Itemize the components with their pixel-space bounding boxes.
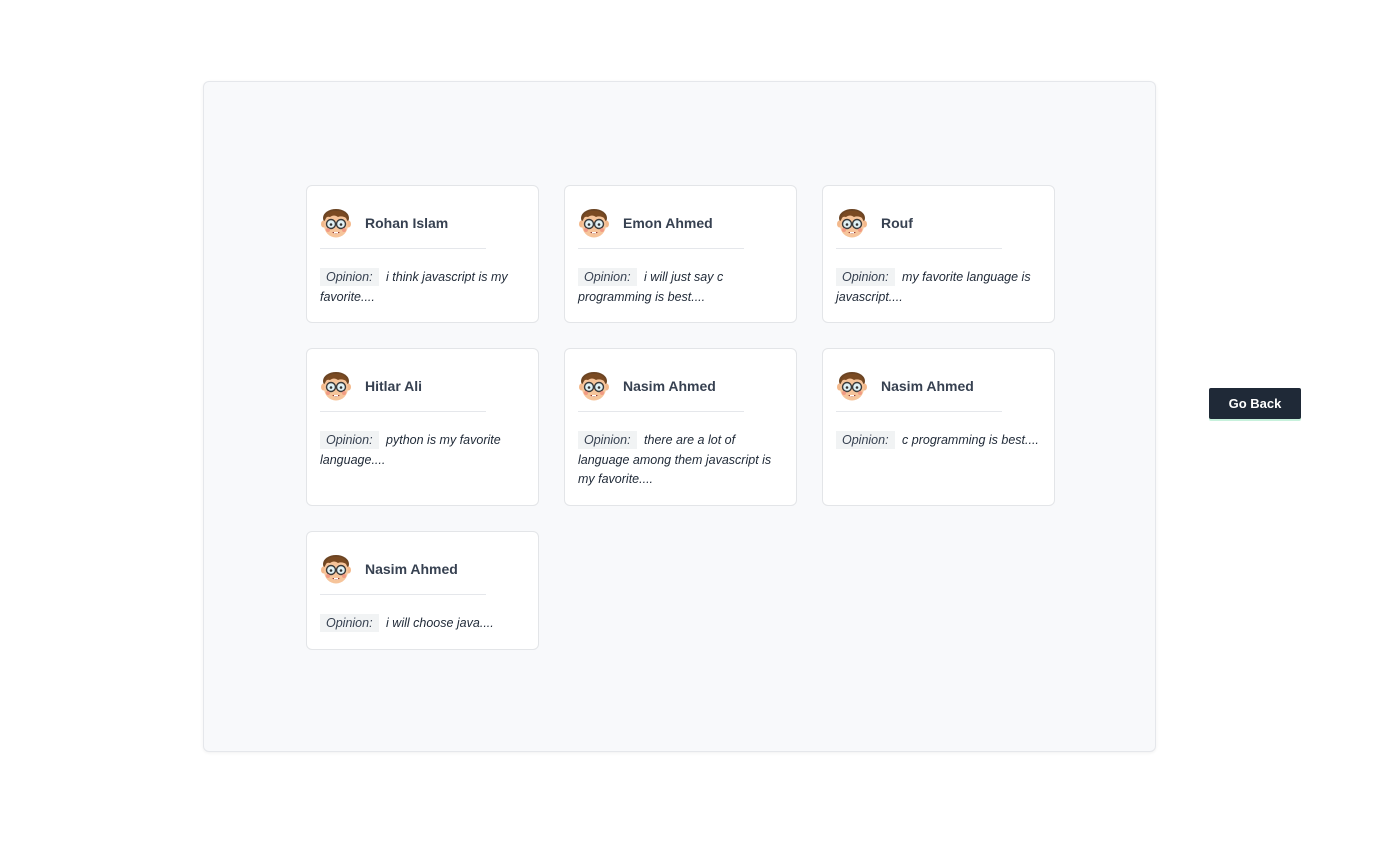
- opinion-label: Opinion:: [578, 268, 637, 286]
- opinion-card: Nasim Ahmed Opinion: c programming is be…: [822, 348, 1055, 506]
- opinion-text: Opinion: python is my favorite language.…: [320, 431, 526, 470]
- go-back-button[interactable]: Go Back: [1209, 388, 1301, 419]
- opinion-text: Opinion: c programming is best....: [836, 431, 1042, 451]
- card-header: Nasim Ahmed: [320, 553, 486, 595]
- user-name: Rohan Islam: [365, 215, 449, 231]
- opinion-text: Opinion: my favorite language is javascr…: [836, 268, 1042, 307]
- nerd-avatar-icon: [836, 207, 868, 239]
- opinion-value: i will choose java....: [386, 616, 494, 630]
- opinion-label: Opinion:: [578, 431, 637, 449]
- nerd-avatar-icon: [836, 370, 868, 402]
- opinion-label: Opinion:: [320, 614, 379, 632]
- nerd-avatar-icon: [320, 553, 352, 585]
- opinion-value: c programming is best....: [902, 433, 1039, 447]
- opinion-label: Opinion:: [320, 431, 379, 449]
- opinion-label: Opinion:: [320, 268, 379, 286]
- nerd-avatar-icon: [578, 370, 610, 402]
- opinion-label: Opinion:: [836, 268, 895, 286]
- opinion-card: Emon Ahmed Opinion: i will just say c pr…: [564, 185, 797, 323]
- opinion-label: Opinion:: [836, 431, 895, 449]
- opinion-text: Opinion: there are a lot of language amo…: [578, 431, 784, 490]
- card-header: Nasim Ahmed: [578, 370, 744, 412]
- nerd-avatar-icon: [320, 370, 352, 402]
- opinion-text: Opinion: i think javascript is my favori…: [320, 268, 526, 307]
- opinion-card: Nasim Ahmed Opinion: i will choose java.…: [306, 531, 539, 650]
- opinion-card: Hitlar Ali Opinion: python is my favorit…: [306, 348, 539, 506]
- card-header: Hitlar Ali: [320, 370, 486, 412]
- nerd-avatar-icon: [320, 207, 352, 239]
- nerd-avatar-icon: [578, 207, 610, 239]
- user-name: Nasim Ahmed: [365, 561, 458, 577]
- opinion-card: Rouf Opinion: my favorite language is ja…: [822, 185, 1055, 323]
- user-name: Emon Ahmed: [623, 215, 713, 231]
- user-name: Nasim Ahmed: [881, 378, 974, 394]
- opinions-panel: Rohan Islam Opinion: i think javascript …: [203, 81, 1156, 752]
- opinion-card: Nasim Ahmed Opinion: there are a lot of …: [564, 348, 797, 506]
- opinion-card: Rohan Islam Opinion: i think javascript …: [306, 185, 539, 323]
- card-header: Rohan Islam: [320, 207, 486, 249]
- user-name: Rouf: [881, 215, 913, 231]
- card-header: Rouf: [836, 207, 1002, 249]
- card-header: Nasim Ahmed: [836, 370, 1002, 412]
- opinion-text: Opinion: i will choose java....: [320, 614, 526, 634]
- opinion-text: Opinion: i will just say c programming i…: [578, 268, 784, 307]
- user-name: Nasim Ahmed: [623, 378, 716, 394]
- card-header: Emon Ahmed: [578, 207, 744, 249]
- user-name: Hitlar Ali: [365, 378, 423, 394]
